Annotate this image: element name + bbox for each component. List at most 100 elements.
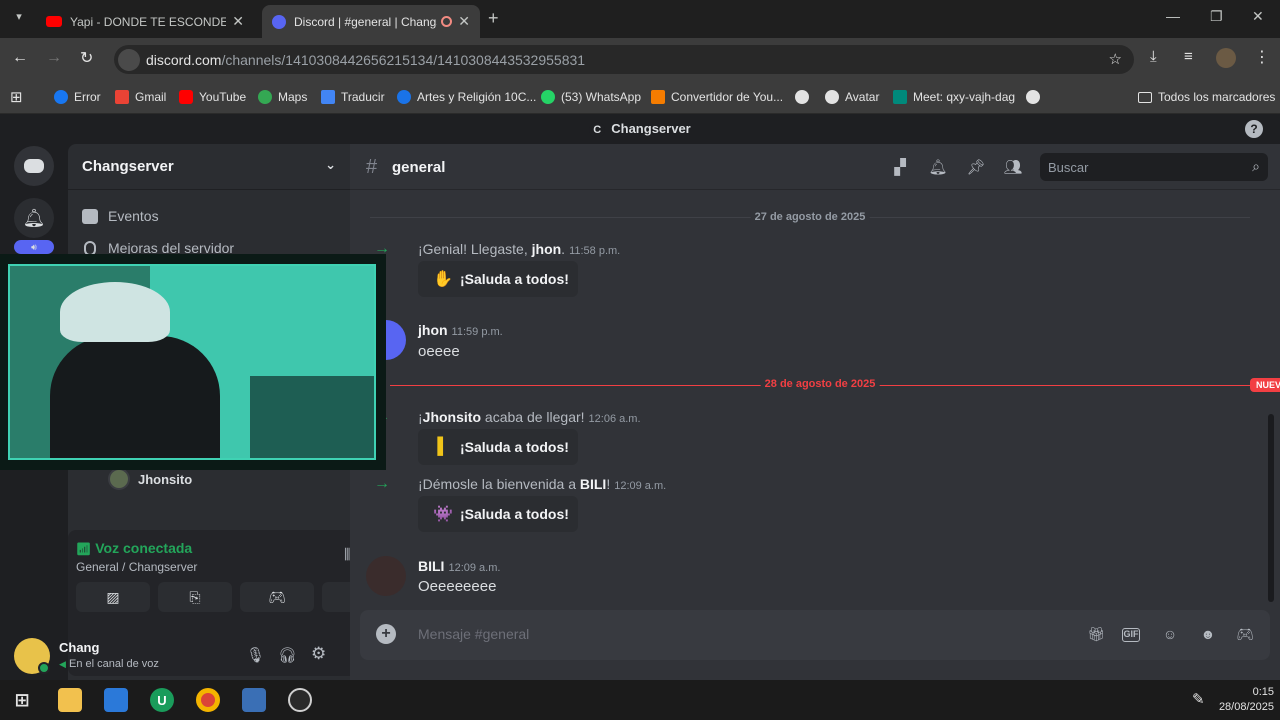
gif-icon[interactable]: GIF	[1122, 628, 1140, 642]
new-tab-button[interactable]: +	[488, 8, 499, 29]
user-status: ◀ En el canal de voz	[59, 658, 159, 670]
windows-taskbar: ⊞ U ✎ 0:15 28/08/2025	[0, 680, 1280, 720]
bookmark-globe-2[interactable]	[1026, 87, 1046, 107]
bookmark-star-icon[interactable]: ☆	[1109, 50, 1122, 68]
members-icon[interactable]: 👥︎	[1003, 158, 1023, 178]
webcam-video	[8, 264, 376, 460]
discord-icon	[24, 159, 44, 173]
headphones-icon[interactable]: 🎧︎	[278, 646, 297, 664]
tab-discord[interactable]: Discord | #general | Changs ✕	[262, 5, 480, 38]
server-changserver[interactable]: 🔊︎	[14, 240, 54, 254]
window-title: Changserver	[611, 121, 691, 136]
pin-icon[interactable]: 📌︎	[966, 158, 986, 178]
bookmark-avatar[interactable]: Avatar	[825, 87, 879, 107]
close-window-icon[interactable]: ✕	[1252, 8, 1264, 25]
message-input[interactable]: Mensaje #general	[418, 626, 529, 642]
globe-icon	[795, 90, 809, 104]
address-bar[interactable]: discord.com /channels/141030844265621513…	[114, 45, 1134, 74]
bell-icon[interactable]: 🔔︎	[928, 158, 948, 178]
emoji-icon[interactable]: ☻	[1197, 626, 1219, 644]
bookmark-artes[interactable]: Artes y Religión 10C...	[397, 87, 536, 107]
screen-share-button[interactable]: ⎘	[158, 582, 232, 612]
message-author[interactable]: jhon 11:59 p.m.	[418, 322, 503, 338]
activities-button[interactable]: 🎮︎	[240, 582, 314, 612]
globe-icon	[1026, 90, 1040, 104]
restore-icon[interactable]: ❐	[1210, 8, 1223, 25]
voice-channel-label[interactable]: General / Changserver	[76, 560, 197, 574]
pen-icon[interactable]: ✎	[1192, 690, 1205, 708]
message-author[interactable]: BILI 12:09 a.m.	[418, 558, 500, 574]
translate-icon	[321, 90, 335, 104]
bookmark-globe[interactable]	[795, 87, 815, 107]
apps-grid-icon[interactable]: ⊞	[10, 88, 23, 106]
bookmark-maps[interactable]: Maps	[258, 87, 307, 107]
apps-gamepad-icon[interactable]: 🎮︎	[1234, 626, 1256, 644]
bookmark-gmail[interactable]: Gmail	[115, 87, 166, 107]
clock-date: 28/08/2025	[1218, 701, 1274, 713]
bookmark-error[interactable]: Error	[54, 87, 101, 107]
discord-home-button[interactable]	[14, 146, 54, 186]
server-header[interactable]: Changserver ⌄	[68, 144, 350, 190]
wave-button[interactable]: ✋ ¡Saluda a todos!	[418, 261, 578, 297]
user-name: Chang	[59, 640, 100, 655]
wave-button[interactable]: ▌ ¡Saluda a todos!	[418, 429, 578, 465]
site-info-icon[interactable]	[118, 49, 140, 71]
clock[interactable]: 0:15 28/08/2025	[1214, 685, 1274, 715]
start-windows-icon[interactable]: ⊞	[10, 688, 34, 712]
file-explorer-icon[interactable]	[58, 688, 82, 712]
all-bookmarks[interactable]: Todos los marcadores	[1138, 87, 1275, 107]
url-host: discord.com	[146, 51, 222, 68]
close-tab-icon[interactable]: ✕	[458, 13, 470, 30]
message-composer[interactable]: + Mensaje #general 🎁︎ GIF ☺ ☻ 🎮︎	[360, 610, 1270, 660]
voice-member-jhonsito[interactable]: Jhonsito	[108, 468, 192, 490]
threads-icon[interactable]: ▞	[890, 158, 910, 178]
bookmark-converter[interactable]: Convertidor de You...	[651, 87, 783, 107]
events-item[interactable]: Eventos	[82, 208, 159, 224]
bookmark-youtube[interactable]: YouTube	[179, 87, 246, 107]
chrome-icon[interactable]	[196, 688, 220, 712]
avatar[interactable]	[366, 556, 406, 596]
classroom-icon	[397, 90, 411, 104]
tab-search-button[interactable]: ▾	[10, 10, 28, 28]
notifications-button[interactable]: 🔔︎	[14, 198, 54, 238]
app-u-icon[interactable]: U	[150, 688, 174, 712]
add-attachment-icon[interactable]: +	[376, 624, 396, 644]
minimize-icon[interactable]: —	[1166, 8, 1180, 24]
microphone-icon[interactable]: 🎙︎	[246, 646, 265, 664]
close-tab-icon[interactable]: ✕	[232, 13, 244, 30]
calendar-icon	[82, 208, 98, 224]
media-control-icon[interactable]: ≡	[1184, 48, 1193, 65]
camera-off-button[interactable]: ▨	[76, 582, 150, 612]
search-input[interactable]: Buscar ⌕	[1040, 153, 1268, 181]
voice-connected-status[interactable]: 📶︎ Voz conectada	[76, 540, 192, 556]
obs-icon[interactable]	[288, 688, 312, 712]
bookmark-whatsapp[interactable]: (53) WhatsApp	[541, 87, 641, 107]
scrollbar[interactable]	[1268, 414, 1274, 602]
bookmark-translate[interactable]: Traducir	[321, 87, 385, 107]
menu-icon[interactable]: ⋮	[1254, 47, 1270, 67]
wave-sticker-icon: 👾	[433, 506, 453, 523]
converter-icon	[651, 90, 665, 104]
forward-icon[interactable]: →	[46, 49, 62, 67]
screen-share-icon: ⎘	[189, 588, 201, 605]
browser-tab-bar: ▾ Yapi - DONDE TE ESCONDES? 2 ✕ Discord …	[0, 0, 1280, 38]
settings-gear-icon[interactable]: ⚙	[311, 644, 326, 664]
help-icon[interactable]: ?	[1245, 120, 1263, 138]
back-icon[interactable]: ←	[12, 49, 28, 67]
webcam-person	[50, 336, 220, 458]
webcam-cap	[60, 282, 170, 342]
wave-button[interactable]: 👾 ¡Saluda a todos!	[418, 496, 578, 532]
speaker-icon: ◀	[59, 659, 66, 669]
gift-icon[interactable]: 🎁︎	[1085, 626, 1107, 644]
gmail-icon	[115, 90, 129, 104]
tab-youtube[interactable]: Yapi - DONDE TE ESCONDES? 2 ✕	[36, 5, 254, 38]
bookmark-meet[interactable]: Meet: qxy-vajh-dag	[893, 87, 1015, 107]
bookmarks-bar: ⊞ Error Gmail YouTube Maps Traducir Arte…	[0, 80, 1280, 114]
store-icon[interactable]	[104, 688, 128, 712]
network-app-icon[interactable]	[242, 688, 266, 712]
profile-avatar[interactable]	[1216, 48, 1236, 68]
reload-icon[interactable]: ↻	[80, 48, 93, 68]
download-icon[interactable]: ⤓	[1150, 48, 1157, 65]
message-body: Oeeeeeeee	[418, 578, 497, 595]
sticker-icon[interactable]: ☺	[1159, 626, 1181, 644]
